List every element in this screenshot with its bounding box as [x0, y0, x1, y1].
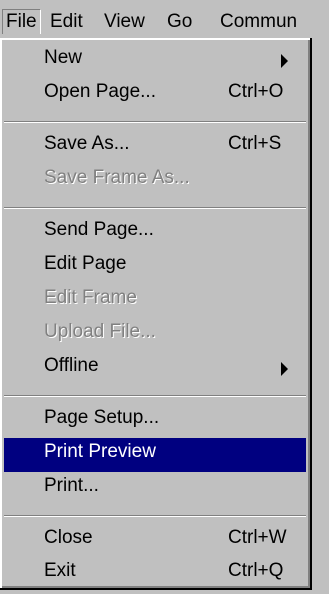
menubar-view[interactable]: View	[104, 10, 145, 34]
menu-item-close-label: Close	[44, 527, 93, 548]
menu-item-edit-frame: Edit Frame	[4, 284, 306, 318]
menu-item-save-as[interactable]: Save As... Ctrl+S	[4, 130, 306, 164]
menu-item-open-page-label: Open Page...	[44, 81, 156, 102]
menubar-edit-label: Edit	[50, 11, 83, 32]
menu-item-page-setup[interactable]: Page Setup...	[4, 404, 306, 438]
submenu-arrow-icon	[281, 362, 288, 376]
menubar-file-label: File	[6, 11, 37, 32]
menu-item-print-preview-label: Print Preview	[44, 441, 156, 462]
menu-item-edit-frame-label: Edit Frame	[44, 287, 137, 308]
menu-item-save-as-shortcut: Ctrl+S	[228, 133, 282, 154]
menu-item-exit-label: Exit	[44, 560, 76, 581]
menu-separator	[4, 395, 306, 397]
menubar-go-label: Go	[167, 11, 193, 32]
menu-item-upload-file-label: Upload File...	[44, 321, 156, 342]
menu-item-print-preview[interactable]: Print Preview	[4, 438, 306, 472]
menu-item-close[interactable]: Close Ctrl+W	[4, 524, 306, 558]
menubar-communicator-label: Commun	[220, 11, 298, 32]
file-menu-dropdown: New Open Page... Ctrl+O Save As... Ctrl+…	[0, 38, 312, 590]
menu-item-open-page[interactable]: Open Page... Ctrl+O	[4, 78, 306, 112]
menu-item-close-shortcut: Ctrl+W	[228, 527, 287, 548]
menu-bar: File Edit View Go Commun	[0, 0, 329, 38]
menubar-view-label: View	[104, 11, 145, 32]
menu-item-new-label: New	[44, 47, 83, 68]
menu-separator	[4, 515, 306, 517]
menu-item-send-page-label: Send Page...	[44, 219, 154, 240]
menu-item-offline-label: Offline	[44, 355, 99, 376]
menu-item-print[interactable]: Print...	[4, 472, 306, 506]
menu-item-offline[interactable]: Offline	[4, 352, 306, 386]
menubar-go[interactable]: Go	[167, 10, 192, 34]
menu-item-open-page-shortcut: Ctrl+O	[228, 81, 284, 102]
menu-separator	[4, 207, 306, 209]
menu-item-edit-page[interactable]: Edit Page	[4, 250, 306, 284]
menu-item-edit-page-label: Edit Page	[44, 253, 127, 274]
menu-item-print-label: Print...	[44, 475, 99, 496]
menubar-edit[interactable]: Edit	[50, 10, 83, 34]
menubar-communicator[interactable]: Commun	[220, 10, 297, 34]
menu-item-exit[interactable]: Exit Ctrl+Q	[4, 557, 306, 591]
menu-item-page-setup-label: Page Setup...	[44, 407, 160, 428]
submenu-arrow-icon	[281, 54, 288, 68]
menubar-file[interactable]: File	[2, 9, 41, 34]
menu-item-save-frame-as-label: Save Frame As...	[44, 167, 190, 188]
menu-item-new[interactable]: New	[4, 44, 306, 78]
menu-item-upload-file: Upload File...	[4, 318, 306, 352]
menu-separator	[4, 121, 306, 123]
menu-item-exit-shortcut: Ctrl+Q	[228, 560, 284, 581]
menu-item-send-page[interactable]: Send Page...	[4, 216, 306, 250]
menu-item-save-frame-as: Save Frame As...	[4, 164, 306, 198]
menu-item-save-as-label: Save As...	[44, 133, 130, 154]
